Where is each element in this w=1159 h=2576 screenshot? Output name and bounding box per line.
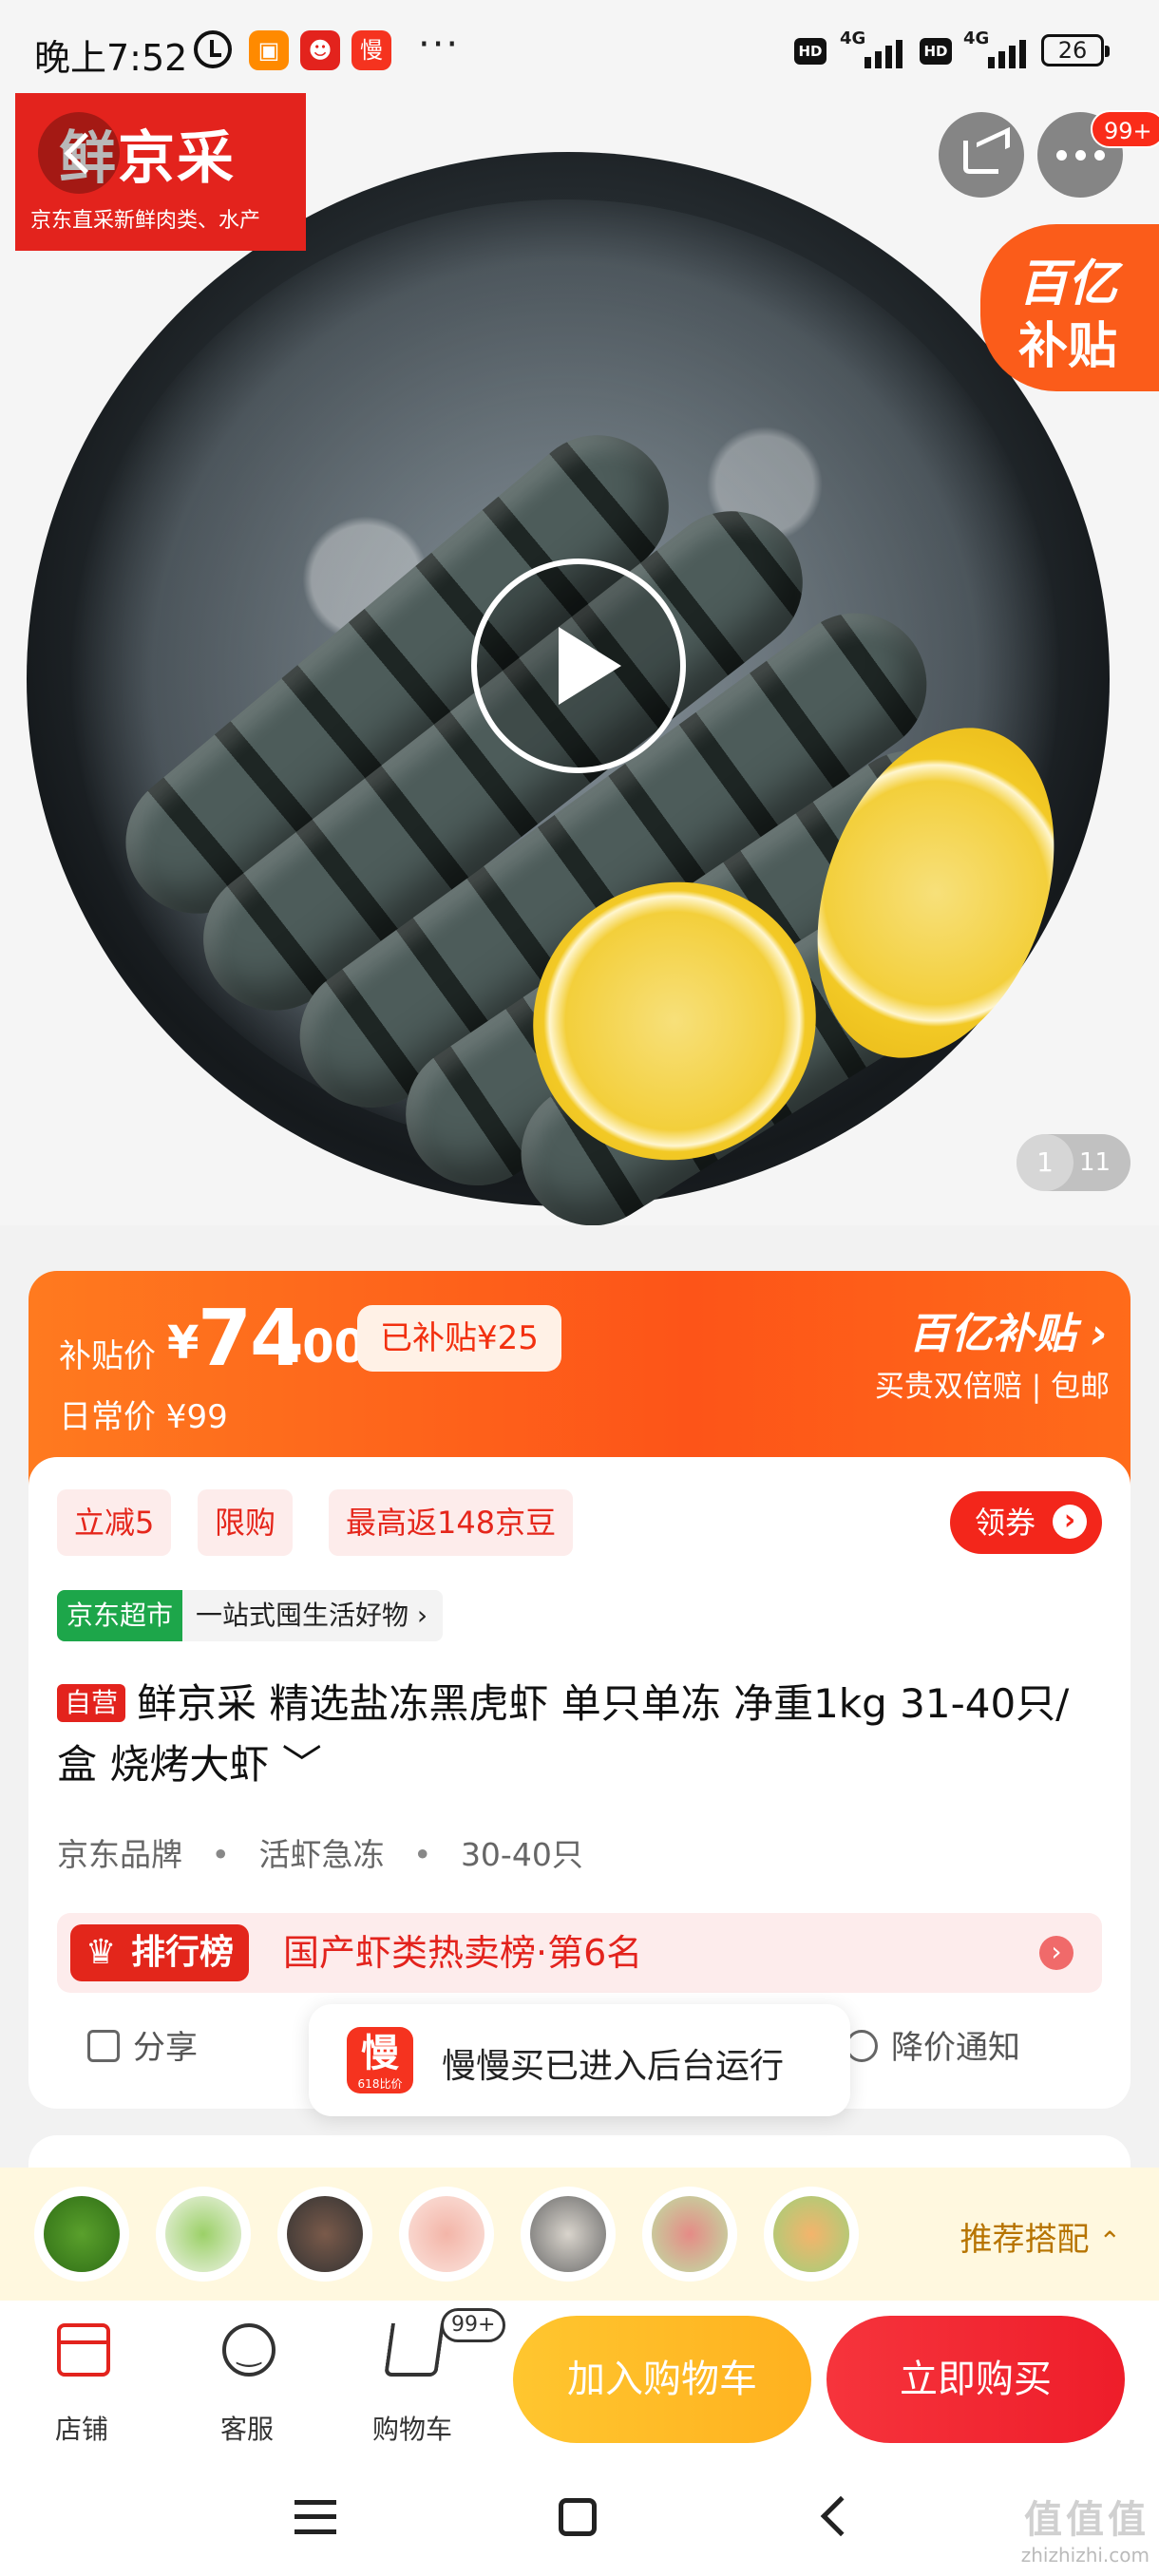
price-decimal: .00 [285,1320,367,1373]
subsidy-corner-badge: 百亿 补贴 [980,224,1159,391]
cart-tab-label: 购物车 [371,2414,452,2445]
network-label: 4G [840,28,866,48]
background-toast: 慢 618比价 慢慢买已进入后台运行 [309,2004,850,2116]
ranking-text: 国产虾类热卖榜·第6名 [283,1932,643,1974]
promo-tag-discount[interactable]: 立减5 [57,1489,172,1556]
recommend-item-thumbnail[interactable] [521,2187,616,2282]
signal-icon: 4G [963,28,1030,68]
self-operated-badge: 自营 [57,1684,126,1722]
promo-tag-beans[interactable]: 最高返148京豆 [329,1489,574,1556]
store-tab-label: 店铺 [54,2414,108,2445]
promo-tag-limit[interactable]: 限购 [198,1489,294,1556]
recommend-item-thumbnail[interactable] [34,2187,129,2282]
cart-icon [384,2323,445,2377]
back-icon[interactable] [820,2495,862,2537]
store-tab[interactable]: 店铺 [15,2314,148,2447]
battery-icon: 26 [1041,34,1110,66]
store-icon [57,2323,110,2377]
store-banner[interactable]: 京东超市 一站式囤生活好物 › [57,1590,444,1641]
spec-separator: • [412,1836,432,1873]
share-label: 分享 [133,2029,198,2067]
subsidized-amount-tag: 已补贴¥25 [357,1305,561,1372]
recommend-item-thumbnail[interactable] [399,2187,494,2282]
more-notifications-icon: ··· [418,23,461,66]
product-title[interactable]: 自营 鲜京采 精选盐冻黑虎虾 单只单冻 净重1kg 31-40只/盒 烧烤大虾 ﹀ [57,1674,1102,1795]
watermark: 值值值 zhizhizhi.com [1021,2489,1150,2567]
share-icon[interactable] [939,112,1024,198]
spec-item: 活虾急冻 [258,1836,385,1873]
spec-item: 京东品牌 [57,1836,182,1873]
taobao-app-icon: ▣ [249,30,289,70]
subsidy-program-subtitle: 买贵双倍赔 | 包邮 [874,1370,1110,1404]
service-tab-label: 客服 [219,2414,274,2445]
product-title-text: 鲜京采 精选盐冻黑虎虾 单只单冻 净重1kg 31-40只/盒 烧烤大虾 ﹀ [57,1680,1070,1788]
status-time: 晚上7:52 [34,37,188,79]
toast-message: 慢慢买已进入后台运行 [442,2047,785,2086]
recommend-item-thumbnail[interactable] [277,2187,372,2282]
spec-separator: • [211,1836,230,1873]
signal-icon: 4G [840,28,906,68]
buy-now-button[interactable]: 立即购买 [826,2316,1125,2443]
store-slogan: 一站式囤生活好物 › [182,1590,444,1641]
spec-item: 30-40只 [460,1836,583,1873]
pager-current: 1 [1016,1134,1074,1191]
recommend-strip[interactable]: 推荐搭配 [0,2168,1159,2301]
back-button[interactable] [38,112,120,194]
menu-icon[interactable] [294,2500,336,2534]
price-currency: ¥ [167,1316,200,1370]
manmanmai-icon: 慢 618比价 [347,2027,413,2093]
toast-icon-text: 慢 [361,2032,399,2075]
recommend-item-thumbnail[interactable] [156,2187,251,2282]
customer-service-icon [222,2323,276,2377]
hd-icon: HD [794,38,826,65]
jd-app-icon: ☻ [300,30,340,70]
price-alert-action[interactable]: 降价通知 [846,2021,1020,2068]
alarm-icon [194,30,232,68]
brand-subtitle: 京东直采新鲜肉类、水产 [30,209,261,233]
price-alert-icon [846,2030,878,2062]
recommend-item-thumbnail[interactable] [764,2187,859,2282]
recommend-item-thumbnail[interactable] [642,2187,737,2282]
pager-total: 11 [1079,1148,1112,1177]
ranking-bar[interactable]: 排行榜 国产虾类热卖榜·第6名 › [57,1913,1102,1993]
status-bar: 晚上7:52 ▣ ☻ 慢 ··· HD 4G HD 4G 26 [0,0,1159,104]
price-label: 补贴价 [59,1337,156,1375]
cart-count-badge: 99+ [441,2308,506,2342]
daily-price: 日常价 ¥99 [59,1398,228,1436]
ranking-tag: 排行榜 [70,1924,250,1981]
price-alert-label: 降价通知 [891,2029,1020,2067]
image-pager: 1 11 [1016,1134,1130,1191]
manmanmai-app-icon: 慢 [352,30,391,70]
product-image-carousel[interactable]: 鲜京采 京东直采新鲜肉类、水产 99+ 百亿 补贴 1 11 [0,0,1159,1225]
home-icon[interactable] [559,2498,597,2536]
message-badge: 99+ [1091,110,1159,148]
chevron-right-icon: › [1039,1936,1074,1970]
store-tag: 京东超市 [57,1590,183,1641]
play-video-button[interactable] [471,559,686,773]
system-nav-bar: 值值值 zhizhizhi.com [0,2462,1159,2576]
cart-tab[interactable]: 99+ 购物车 [346,2308,506,2447]
watermark-logo: 值值值 [1024,2498,1150,2542]
watermark-url: zhizhizhi.com [1020,2544,1150,2567]
share-action[interactable]: 分享 [87,2021,198,2068]
subsidy-program-link[interactable]: 百亿补贴 › [909,1299,1108,1360]
recommend-toggle[interactable]: 推荐搭配 [960,2213,1121,2260]
share-icon [87,2030,120,2062]
product-specs: 京东品牌 • 活虾急冻 • 30-40只 [57,1829,602,1875]
get-coupon-button[interactable]: 领券 [949,1491,1102,1554]
network-label: 4G [963,28,990,48]
service-tab[interactable]: 客服 [180,2314,314,2447]
add-to-cart-button[interactable]: 加入购物车 [513,2316,811,2443]
toast-icon-sub: 618比价 [357,2077,403,2091]
bottom-action-bar: 店铺 客服 99+ 购物车 加入购物车 立即购买 [0,2301,1159,2462]
subsidy-corner-line1: 百亿 [1018,256,1118,313]
hd-icon: HD [920,38,952,65]
subsidy-corner-line2: 补贴 [1018,318,1118,375]
